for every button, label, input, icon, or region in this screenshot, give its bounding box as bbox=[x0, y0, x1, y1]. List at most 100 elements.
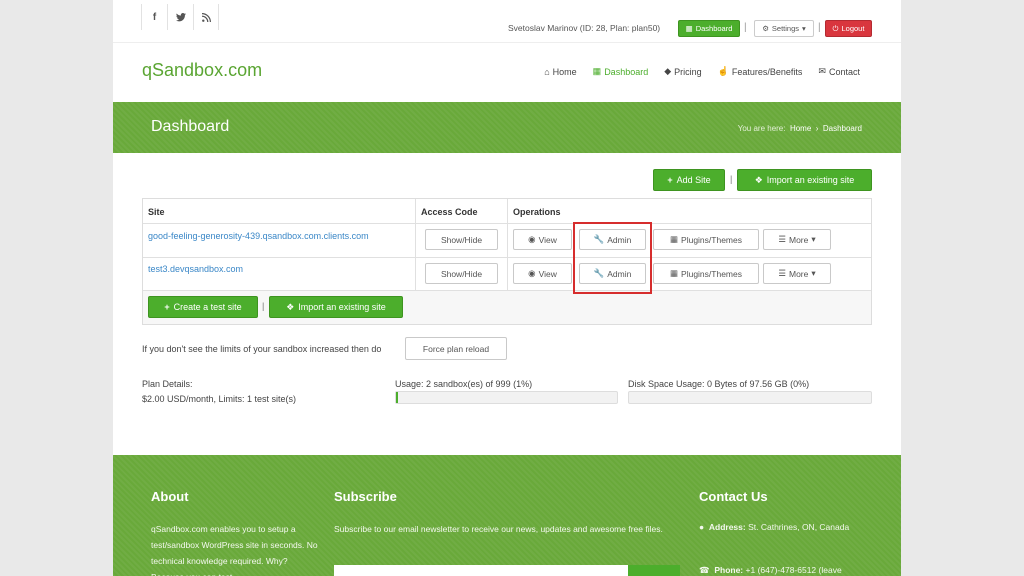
nav-features[interactable]: ☝ Features/Benefits bbox=[718, 66, 803, 77]
separator: | bbox=[262, 301, 265, 311]
newsletter-email-input[interactable] bbox=[334, 565, 628, 576]
page-header: Dashboard You are here: Home › Dashboard bbox=[113, 102, 901, 153]
footer: About qSandbox.com enables you to setup … bbox=[113, 455, 901, 576]
caret-down-icon: ▾ bbox=[811, 268, 816, 278]
page: f Svetoslav Marinov (ID: 28, Plan: plan5… bbox=[113, 0, 901, 576]
nav-features-label: Features/Benefits bbox=[731, 66, 803, 77]
grid-icon: ▦ bbox=[670, 234, 679, 244]
power-icon: ⏻ bbox=[832, 23, 839, 33]
divider bbox=[507, 199, 508, 291]
plugins-themes-button[interactable]: ▦ Plugins/Themes bbox=[653, 263, 759, 284]
show-hide-button[interactable]: Show/Hide bbox=[425, 263, 498, 284]
phone-label: Phone: bbox=[714, 565, 744, 575]
usage-label: Usage: 2 sandbox(es) of 999 (1%) bbox=[395, 379, 533, 389]
breadcrumb: You are here: Home › Dashboard bbox=[738, 124, 862, 133]
navbar: qSandbox.com ⌂ Home ▦ Dashboard ◆ Pricin… bbox=[113, 43, 901, 102]
breadcrumb-label: You are here: bbox=[737, 124, 786, 133]
nav-pricing[interactable]: ◆ Pricing bbox=[664, 66, 701, 77]
breadcrumb-separator: › bbox=[815, 124, 819, 133]
footer-about-title: About bbox=[151, 489, 189, 504]
usage-progress-bar bbox=[395, 391, 618, 404]
caret-down-icon: ▾ bbox=[811, 234, 816, 244]
highlight-box bbox=[573, 222, 652, 294]
disk-usage-label: Disk Space Usage: 0 Bytes of 97.56 GB (0… bbox=[628, 379, 810, 389]
envelope-icon: ✉ bbox=[818, 66, 826, 76]
address-value: St. Cathrines, ON, Canada bbox=[748, 522, 850, 532]
home-icon: ⌂ bbox=[544, 66, 550, 77]
grid-icon: ▦ bbox=[592, 66, 602, 76]
add-site-button[interactable]: + Add Site bbox=[653, 169, 725, 191]
rss-icon[interactable] bbox=[193, 4, 219, 30]
tag-icon: ◆ bbox=[664, 66, 672, 76]
breadcrumb-home[interactable]: Home bbox=[790, 124, 811, 133]
divider bbox=[415, 199, 416, 291]
twitter-icon[interactable] bbox=[167, 4, 193, 30]
column-header-site: Site bbox=[148, 207, 165, 217]
grid-icon: ▦ bbox=[670, 268, 679, 278]
import-existing-site-button[interactable]: ❖ Import an existing site bbox=[269, 296, 403, 318]
thumbs-up-icon: ☝ bbox=[717, 66, 729, 76]
social-links: f bbox=[141, 4, 219, 30]
phone-icon: ☎ bbox=[699, 565, 710, 575]
logout-button[interactable]: ⏻ Logout bbox=[825, 20, 872, 37]
footer-address: ● Address: St. Cathrines, ON, Canada bbox=[699, 519, 869, 535]
import-existing-label: Import an existing site bbox=[766, 175, 855, 185]
grid-icon: ▦ bbox=[685, 24, 693, 33]
nav-contact[interactable]: ✉ Contact bbox=[818, 66, 860, 77]
user-info: Svetoslav Marinov (ID: 28, Plan: plan50) bbox=[508, 23, 661, 33]
facebook-icon[interactable]: f bbox=[141, 4, 167, 30]
nav-dashboard[interactable]: ▦ Dashboard bbox=[593, 66, 649, 77]
plugins-themes-label: Plugins/Themes bbox=[681, 234, 742, 245]
view-button-label: View bbox=[538, 268, 557, 279]
top-bar: f Svetoslav Marinov (ID: 28, Plan: plan5… bbox=[113, 0, 901, 43]
nav-contact-label: Contact bbox=[828, 66, 860, 77]
footer-phone: ☎ Phone: +1 (647)-478-6512 (leave bbox=[699, 562, 869, 576]
plus-icon: + bbox=[667, 175, 673, 185]
force-plan-reload-button[interactable]: Force plan reload bbox=[405, 337, 507, 360]
site-link[interactable]: good-feeling-generosity-439.qsandbox.com… bbox=[148, 231, 369, 241]
site-link[interactable]: test3.devqsandbox.com bbox=[148, 264, 243, 274]
more-button-label: More bbox=[788, 268, 809, 279]
column-header-operations: Operations bbox=[513, 207, 561, 217]
plugins-themes-label: Plugins/Themes bbox=[681, 268, 742, 279]
add-site-label: Add Site bbox=[676, 175, 711, 185]
breadcrumb-current: Dashboard bbox=[822, 124, 862, 133]
more-dropdown-button[interactable]: ☰ More ▾ bbox=[763, 229, 831, 250]
nav-dashboard-label: Dashboard bbox=[604, 66, 649, 77]
eye-icon: ◉ bbox=[528, 234, 536, 244]
plan-details-value: $2.00 USD/month, Limits: 1 test site(s) bbox=[142, 394, 297, 404]
create-test-site-label: Create a test site bbox=[173, 302, 242, 312]
settings-button[interactable]: ⚙ Settings ▾ bbox=[754, 20, 814, 37]
import-existing-site-button[interactable]: ❖ Import an existing site bbox=[737, 169, 872, 191]
separator: | bbox=[730, 174, 733, 184]
settings-button-label: Settings bbox=[771, 24, 800, 33]
nav-home[interactable]: ⌂ Home bbox=[544, 66, 576, 77]
newsletter-subscribe-button[interactable] bbox=[628, 565, 680, 576]
show-hide-button[interactable]: Show/Hide bbox=[425, 229, 498, 250]
nav-pricing-label: Pricing bbox=[674, 66, 702, 77]
disk-usage-progress-bar bbox=[628, 391, 872, 404]
map-marker-icon: ● bbox=[699, 522, 705, 532]
address-label: Address: bbox=[708, 522, 746, 532]
nav-home-label: Home bbox=[552, 66, 577, 77]
logout-button-label: Logout bbox=[841, 24, 865, 33]
footer-about-text: qSandbox.com enables you to setup a test… bbox=[151, 524, 318, 576]
main-nav: ⌂ Home ▦ Dashboard ◆ Pricing ☝ Features/… bbox=[544, 66, 860, 77]
column-header-access-code: Access Code bbox=[421, 207, 478, 217]
gear-icon: ⚙ bbox=[762, 24, 769, 33]
view-button[interactable]: ◉ View bbox=[513, 229, 572, 250]
more-dropdown-button[interactable]: ☰ More ▾ bbox=[763, 263, 831, 284]
view-button-label: View bbox=[538, 234, 557, 245]
dashboard-button[interactable]: ▦ Dashboard bbox=[678, 20, 740, 37]
import-existing-label: Import an existing site bbox=[298, 302, 386, 312]
usage-progress-fill bbox=[396, 392, 399, 403]
menu-icon: ☰ bbox=[778, 268, 786, 278]
view-button[interactable]: ◉ View bbox=[513, 263, 572, 284]
caret-down-icon: ▾ bbox=[802, 24, 806, 33]
create-test-site-button[interactable]: + Create a test site bbox=[148, 296, 258, 318]
site-logo[interactable]: qSandbox.com bbox=[142, 60, 262, 81]
plugins-themes-button[interactable]: ▦ Plugins/Themes bbox=[653, 229, 759, 250]
limits-notice: If you don't see the limits of your sand… bbox=[142, 344, 382, 354]
import-icon: ❖ bbox=[286, 301, 295, 312]
menu-icon: ☰ bbox=[778, 234, 786, 244]
